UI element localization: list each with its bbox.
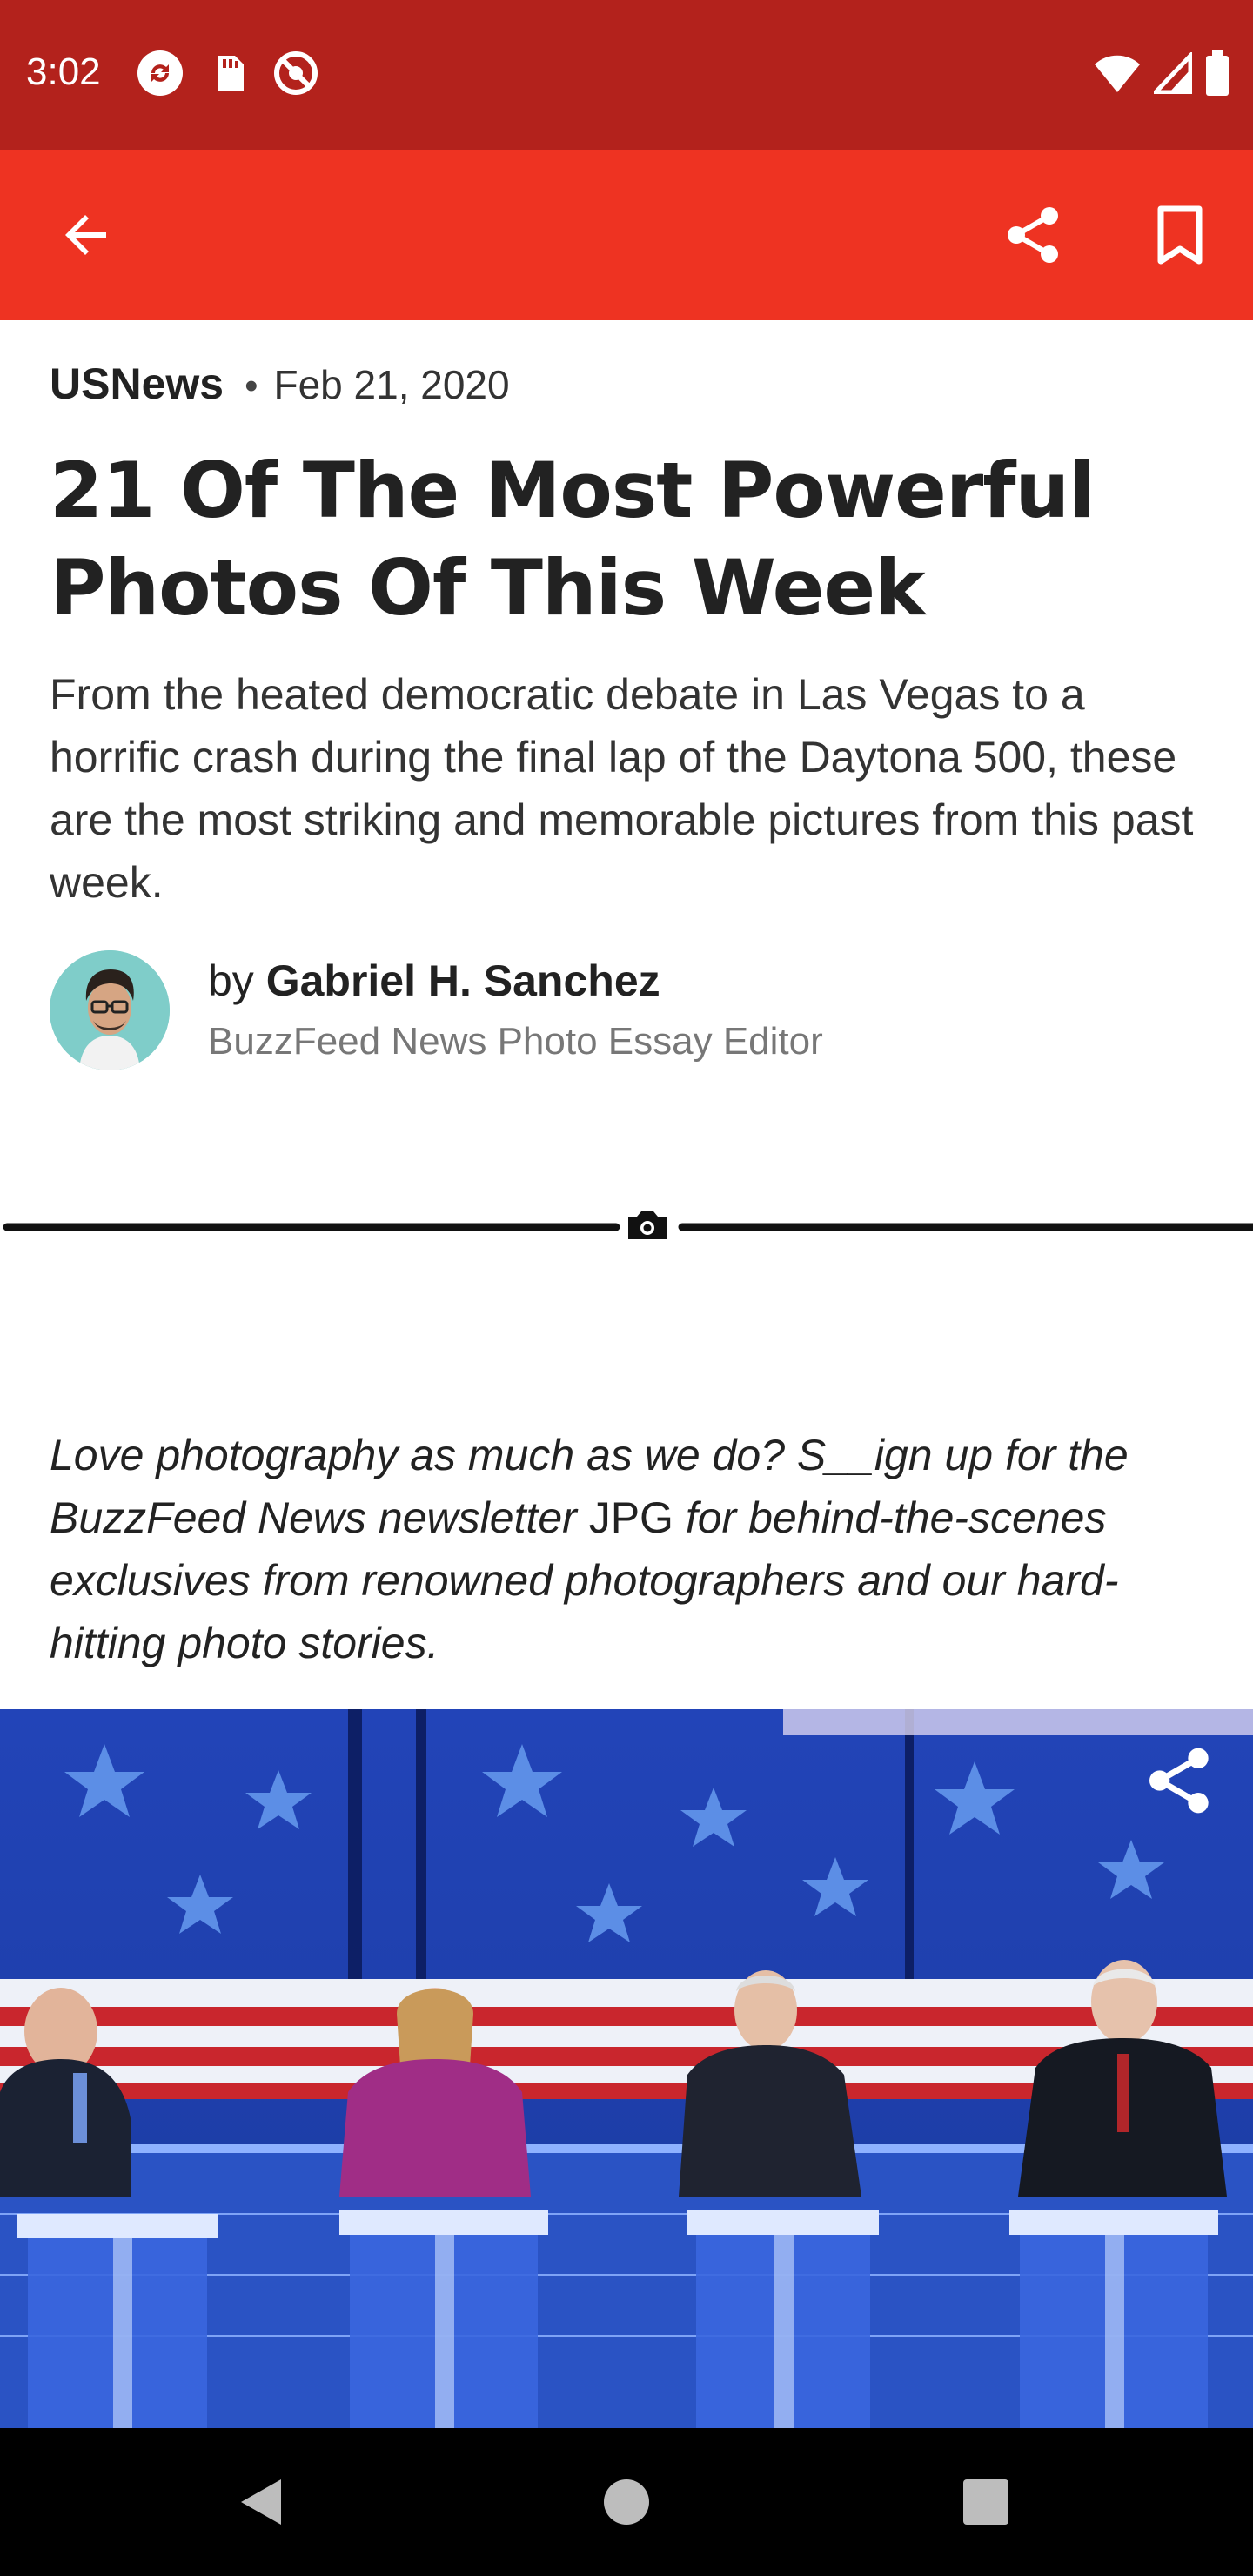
nav-recents-button[interactable] [948, 2465, 1023, 2539]
photo-share-button[interactable] [1143, 1744, 1216, 1817]
byline[interactable]: by Gabriel H. Sanchez BuzzFeed News Phot… [50, 950, 1181, 1072]
bookmark-button[interactable] [1138, 193, 1222, 277]
status-time: 3:02 [26, 50, 101, 93]
system-nav-bar [0, 2428, 1253, 2576]
nav-home-icon [604, 2479, 649, 2525]
nav-back-icon [241, 2479, 281, 2525]
app-bar [0, 150, 1253, 320]
share-icon [1008, 207, 1058, 263]
article-dek: From the heated democratic debate in Las… [50, 670, 1194, 907]
newsletter-text-2: JPG [588, 1493, 673, 1542]
bookmark-icon [1157, 205, 1203, 265]
section-divider [0, 1204, 1253, 1257]
nav-home-button[interactable] [589, 2465, 664, 2539]
do-not-disturb-icon [271, 49, 320, 97]
article-meta: USNews • Feb 21, 2020 [50, 359, 510, 409]
meta-separator: • [245, 365, 258, 407]
byline-name[interactable]: by Gabriel H. Sanchez [208, 956, 660, 1006]
sd-card-icon [204, 49, 252, 97]
article-photo[interactable] [0, 1709, 1253, 2428]
newsletter-promo: Love photography as much as we do? S__ig… [50, 1424, 1198, 1674]
sync-icon [136, 49, 184, 97]
battery-icon [1204, 50, 1230, 100]
share-button[interactable] [992, 193, 1075, 277]
article-headline: 21 Of The Most Powerful Photos Of This W… [50, 446, 1095, 633]
arrow-back-icon [65, 215, 106, 255]
byline-prefix: by [208, 956, 266, 1005]
author-name[interactable]: Gabriel H. Sanchez [266, 956, 660, 1005]
share-icon [1149, 1748, 1209, 1814]
back-button[interactable] [45, 193, 129, 277]
article-source[interactable]: USNews [50, 359, 224, 409]
nav-recents-icon [963, 2479, 1008, 2525]
status-bar: 3:02 [0, 0, 1253, 150]
wifi-icon [1093, 52, 1142, 98]
camera-icon [628, 1211, 667, 1239]
cell-signal-icon [1150, 50, 1193, 98]
nav-back-button[interactable] [224, 2465, 299, 2539]
author-title: BuzzFeed News Photo Essay Editor [208, 1020, 823, 1063]
author-avatar[interactable] [50, 950, 170, 1070]
article-date: Feb 21, 2020 [273, 362, 510, 407]
